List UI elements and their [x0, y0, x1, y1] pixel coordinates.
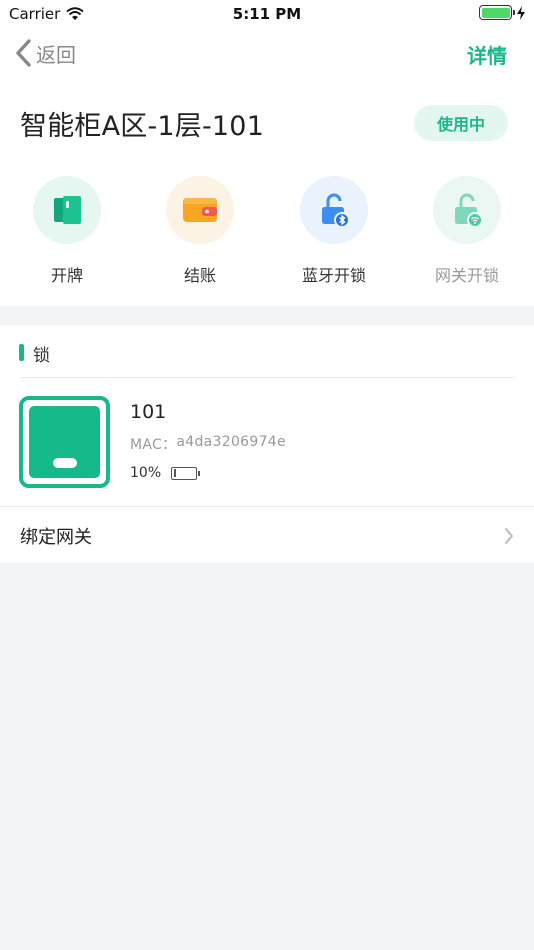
- card-icon: [33, 176, 101, 244]
- status-time: 5:11 PM: [232, 5, 302, 23]
- chevron-right-icon: [505, 528, 513, 544]
- page-title: 智能柜A区-1层-101: [20, 111, 265, 142]
- section-title: 锁: [33, 346, 50, 366]
- chevron-left-icon: [16, 39, 31, 67]
- battery-icon: [171, 466, 201, 480]
- bind-gateway-row[interactable]: 绑定网关: [0, 507, 534, 563]
- lock-section: 锁 101 MAC： a4da3206974e 10% 绑定网关: [0, 325, 534, 563]
- action-label: 开牌: [50, 266, 83, 285]
- bind-gateway-label: 绑定网关: [20, 527, 92, 548]
- bluetooth-unlock-icon: [300, 176, 368, 244]
- action-checkout[interactable]: 结账: [140, 176, 260, 286]
- status-badge: 使用中: [414, 105, 508, 141]
- charging-icon: [517, 5, 525, 20]
- lock-battery: 10%: [130, 465, 201, 481]
- action-bluetooth-unlock[interactable]: 蓝牙开锁: [274, 176, 394, 286]
- back-label: 返回: [36, 42, 76, 67]
- mac-label: MAC：: [130, 437, 177, 453]
- action-open-card[interactable]: 开牌: [7, 176, 127, 286]
- gateway-unlock-icon: [433, 176, 501, 244]
- detail-button[interactable]: 详情: [467, 40, 507, 69]
- wallet-icon: [166, 176, 234, 244]
- lock-name: 101: [130, 401, 167, 423]
- top-panel: Carrier 5:11 PM 返回 详情 智能柜A区-1层-101 使用中 开…: [0, 0, 534, 306]
- action-gateway-unlock[interactable]: 网关开锁: [407, 176, 527, 286]
- back-button[interactable]: 返回: [14, 38, 76, 68]
- action-label: 蓝牙开锁: [301, 266, 366, 285]
- lock-image: [19, 396, 110, 488]
- battery-percent: 10%: [130, 465, 162, 481]
- action-label: 结账: [183, 266, 216, 285]
- battery-status-icon: [479, 5, 515, 20]
- status-right: [479, 5, 526, 20]
- lock-mac: MAC： a4da3206974e: [130, 434, 286, 454]
- section-accent-bar: [19, 344, 24, 361]
- action-label: 网关开锁: [434, 266, 499, 285]
- mac-value: a4da3206974e: [176, 434, 286, 450]
- divider: [20, 377, 514, 378]
